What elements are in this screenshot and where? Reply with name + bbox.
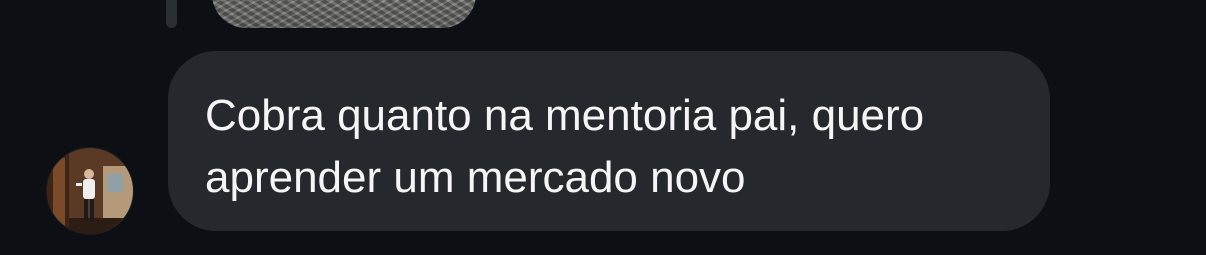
avatar-photo-icon: [47, 148, 133, 234]
previous-media-thumbnail[interactable]: [212, 0, 476, 28]
message-text: Cobra quanto na mentoria pai, quero apre…: [205, 91, 925, 202]
thread-connector-line: [166, 0, 177, 28]
sender-avatar[interactable]: [47, 148, 133, 234]
message-bubble[interactable]: Cobra quanto na mentoria pai, quero apre…: [168, 51, 1050, 231]
